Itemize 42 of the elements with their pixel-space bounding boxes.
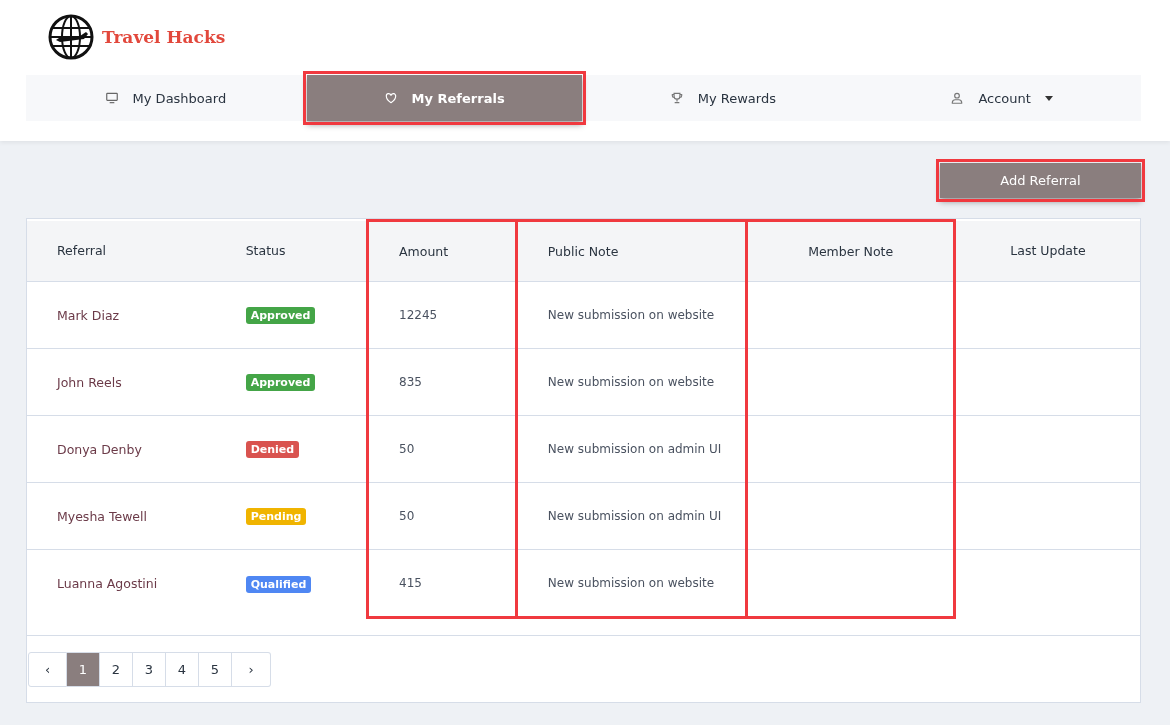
user-icon <box>950 91 965 105</box>
page-button[interactable]: 4 <box>166 652 199 687</box>
public-note-text: New submission on website <box>547 375 715 389</box>
globe-plane-logo <box>48 14 94 60</box>
referral-name: Luanna Agostini <box>57 576 158 592</box>
public-note-text: New submission on website <box>547 308 715 322</box>
page-button[interactable]: 2 <box>100 652 133 687</box>
brand-name: Travel Hacks <box>102 27 226 47</box>
amount-text: 50 <box>399 442 415 456</box>
column-header: Amount <box>367 220 517 282</box>
heart-icon <box>383 91 398 105</box>
page-button[interactable]: 3 <box>133 652 166 687</box>
status-badge: Pending <box>245 508 307 525</box>
referral-name: Mark Diaz <box>57 307 120 323</box>
column-header: Member Note <box>746 220 955 282</box>
nav-tab[interactable]: My Rewards <box>585 75 861 121</box>
referral-name: Myesha Tewell <box>57 508 147 524</box>
public-note-text: New submission on admin UI <box>547 442 722 456</box>
amount-text: 415 <box>399 576 422 590</box>
amount-text: 12245 <box>399 308 438 322</box>
referral-name: John Reels <box>57 374 122 390</box>
next-page-button[interactable]: › <box>232 652 271 687</box>
status-badge: Denied <box>245 441 300 458</box>
column-header: Public Note <box>516 220 747 282</box>
nav-tab[interactable]: My Dashboard <box>28 75 303 121</box>
monitor-icon <box>104 91 119 105</box>
status-badge: Qualified <box>245 575 312 593</box>
column-header: Last Update <box>954 220 1140 282</box>
column-header: Status <box>215 220 368 282</box>
trophy-icon <box>669 91 684 105</box>
status-badge: Approved <box>245 374 316 391</box>
amount-text: 50 <box>399 509 415 523</box>
previous-page-button[interactable]: ‹ <box>28 652 67 687</box>
page-button[interactable]: 5 <box>199 652 232 687</box>
public-note-text: New submission on admin UI <box>547 509 722 523</box>
amount-text: 835 <box>399 375 422 389</box>
public-note-text: New submission on website <box>547 576 715 590</box>
status-badge: Approved <box>245 307 316 324</box>
column-header: Referral <box>27 220 216 282</box>
nav-tab[interactable]: Account <box>864 75 1139 121</box>
referral-name: Donya Denby <box>57 441 142 457</box>
page-button[interactable]: 1 <box>67 652 100 687</box>
